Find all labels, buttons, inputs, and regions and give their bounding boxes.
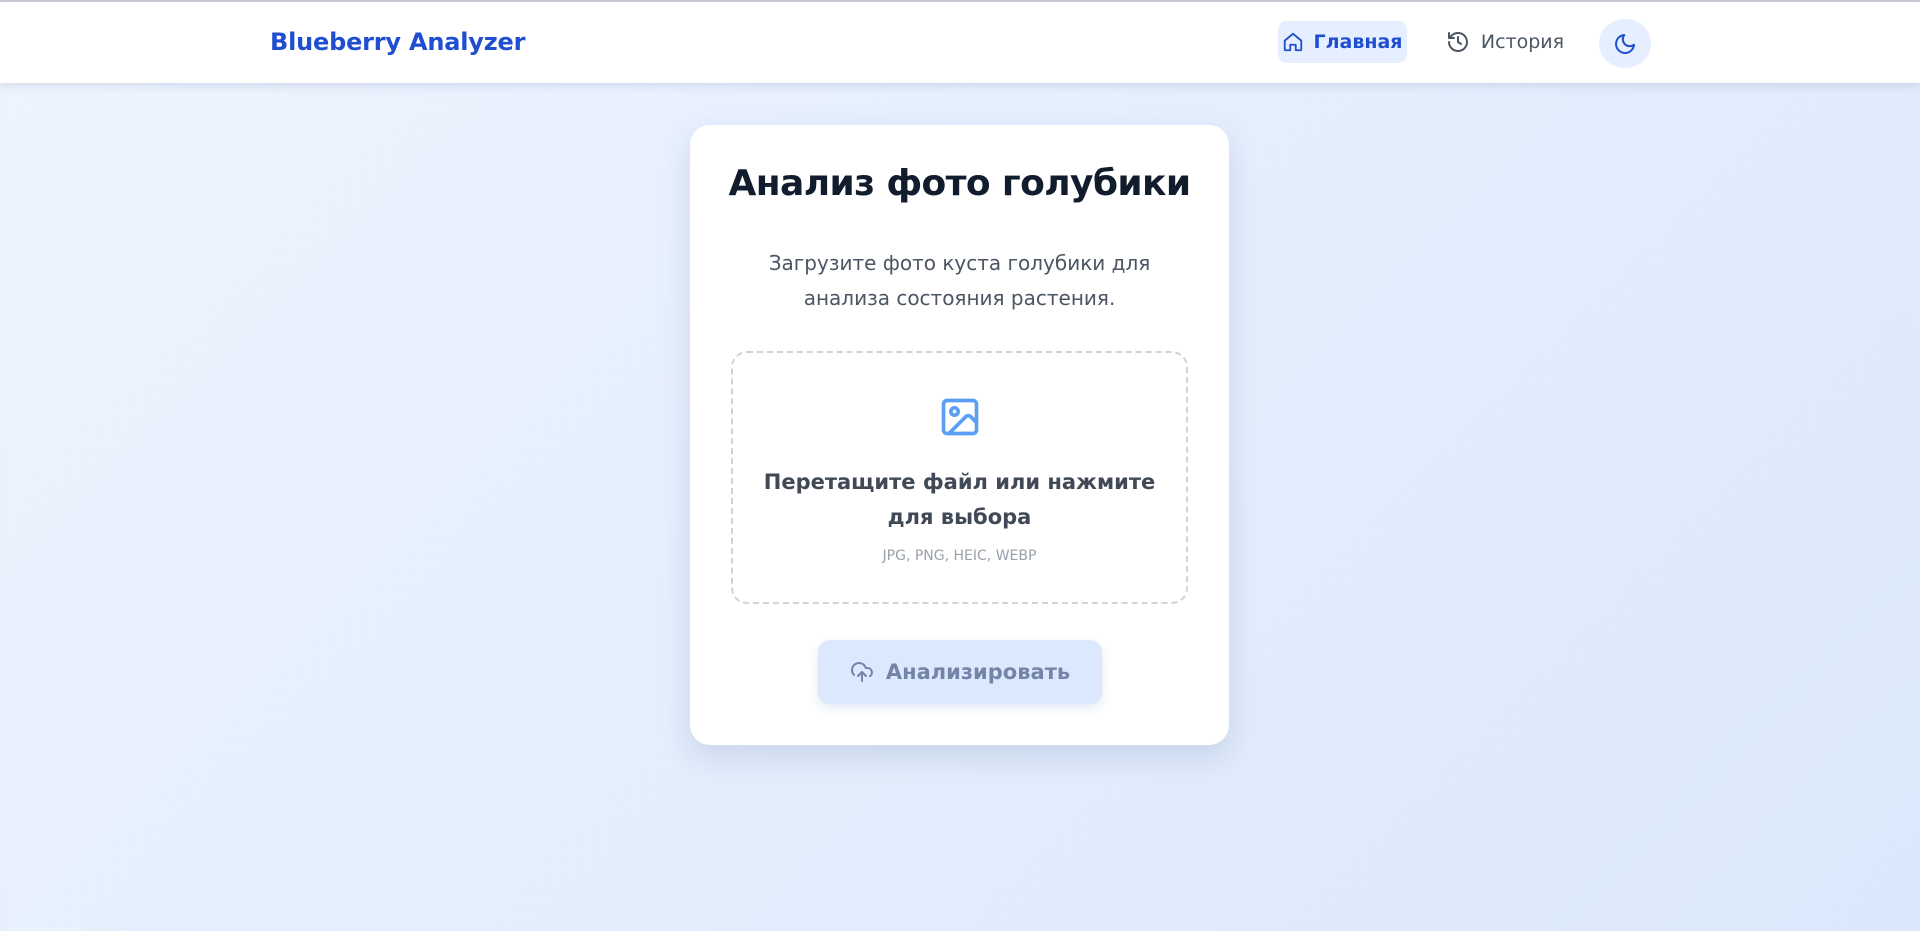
top-navbar: Blueberry Analyzer Главная История [0,2,1920,83]
nav-home-link[interactable]: Главная [1278,21,1407,63]
history-icon [1446,30,1470,54]
nav-history-link[interactable]: История [1440,21,1570,63]
moon-icon [1613,32,1637,56]
theme-toggle-button[interactable] [1599,19,1651,68]
image-icon [938,395,982,439]
page-title: Анализ фото голубики [728,163,1191,204]
home-icon [1282,31,1304,53]
brand-logo[interactable]: Blueberry Analyzer [270,28,525,56]
dropzone-title: Перетащите файл или нажмите для выбора [763,470,1156,529]
analyze-button[interactable]: Анализировать [818,640,1102,704]
cloud-upload-icon [850,660,874,684]
file-dropzone[interactable]: Перетащите файл или нажмите для выбора J… [731,351,1188,604]
upload-card: Анализ фото голубики Загрузите фото куст… [690,125,1229,745]
dropzone-formats: JPG, PNG, HEIC, WEBP [882,548,1037,564]
analyze-button-label: Анализировать [885,660,1071,684]
nav-home-label: Главная [1313,31,1403,53]
nav-history-label: История [1480,31,1565,53]
page-subtitle: Загрузите фото куста голубики для анализ… [768,251,1151,310]
